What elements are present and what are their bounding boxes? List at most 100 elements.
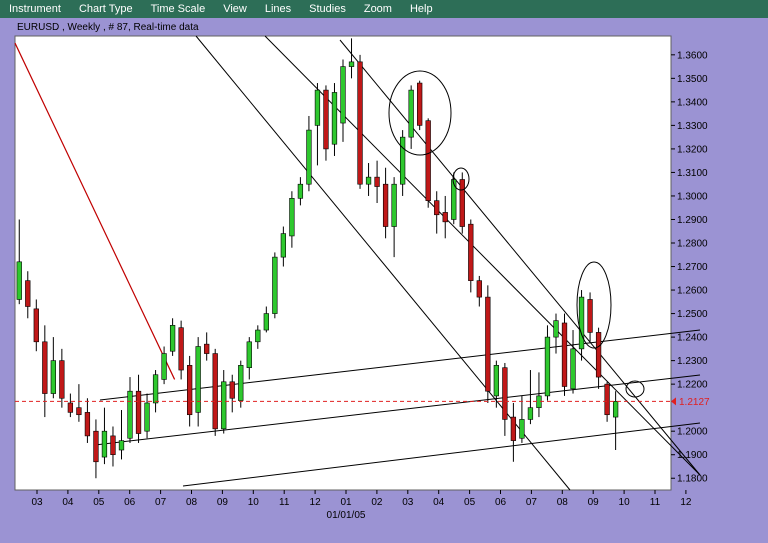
x-tick-label: 03 [402, 497, 414, 508]
candle-down [212, 353, 218, 430]
candle-up [306, 129, 312, 185]
y-tick-label: 1.2000 [677, 427, 708, 438]
x-tick-label: 11 [650, 497, 661, 508]
candle-down [374, 176, 380, 187]
y-tick-label: 1.3000 [677, 191, 708, 202]
y-tick-label: 1.2200 [677, 380, 708, 391]
x-tick-label: 05 [464, 497, 476, 508]
x-axis: 03 04 05 06 07 08 09 10 11 12 01 02 03 04 05 06 07 08 09 10… [31, 490, 692, 521]
x-tick-label: 12 [680, 497, 692, 508]
candle-up [314, 89, 321, 126]
x-tick-label: 08 [186, 497, 198, 508]
candle-down [323, 89, 329, 150]
candle-up [152, 374, 159, 404]
candle-up [169, 325, 176, 352]
current-price-arrow [671, 397, 676, 406]
candle-up [519, 419, 525, 439]
candle-down [425, 120, 431, 201]
current-price-label: 1.2127 [679, 397, 710, 408]
chart-area: EURUSD , Weekly , # 87, Real-time data 1… [0, 18, 768, 538]
y-tick-label: 1.2700 [677, 262, 708, 273]
x-tick-label: 05 [93, 497, 105, 508]
candle-down [178, 327, 184, 371]
candle-down [604, 383, 610, 416]
candle-down [476, 280, 482, 298]
chart-title: EURUSD , Weekly , # 87, Real-time data [17, 22, 199, 33]
menu-item-lines[interactable]: Lines [257, 0, 301, 18]
candle-up [493, 365, 499, 397]
candle-down [229, 381, 235, 399]
candle-up [272, 256, 278, 314]
y-tick-label: 1.3500 [677, 74, 708, 85]
candle-up [553, 320, 559, 338]
menu-item-instrument[interactable]: Instrument [0, 0, 71, 18]
x-tick-label: 04 [62, 497, 74, 508]
candle-down [187, 365, 193, 416]
menu-item-zoom[interactable]: Zoom [356, 0, 402, 18]
candle-down [434, 200, 440, 216]
candle-down [110, 435, 116, 456]
candle-up [612, 401, 619, 418]
candle-up [451, 179, 457, 220]
candle-down [595, 332, 602, 378]
x-tick-label: 10 [619, 497, 631, 508]
y-tick-label: 1.3200 [677, 144, 708, 155]
y-tick-label: 1.3100 [677, 168, 708, 179]
x-tick-label: 07 [526, 497, 538, 508]
x-tick-label: 09 [588, 497, 600, 508]
candle-up [289, 198, 295, 237]
x-tick-label: 06 [124, 497, 136, 508]
candle-up [16, 261, 22, 300]
menu-item-time-scale[interactable]: Time Scale [143, 0, 216, 18]
x-tick-label: 03 [31, 497, 43, 508]
candle-up [527, 407, 534, 420]
candle-down [510, 416, 517, 441]
candle-up [144, 402, 150, 432]
candle-down [485, 296, 491, 392]
candle-down [84, 412, 91, 437]
chart-svg[interactable]: EURUSD , Weekly , # 87, Real-time data 1… [0, 18, 768, 538]
candle-up [263, 313, 269, 331]
x-tick-label: 06 [495, 497, 507, 508]
x-tick-label: 02 [371, 497, 383, 508]
candle-up [399, 136, 406, 185]
candle-down [468, 223, 474, 281]
y-tick-label: 1.3300 [677, 121, 708, 132]
candle-up [297, 183, 304, 199]
y-axis: 1.3600 1.3500 1.3400 1.3300 1.3200 1.3100 1.30… [671, 50, 708, 485]
menu-item-help[interactable]: Help [402, 0, 443, 18]
menu-item-studies[interactable]: Studies [301, 0, 356, 18]
y-tick-label: 1.2300 [677, 356, 708, 367]
candle-up [280, 233, 287, 258]
candle-down [587, 299, 593, 333]
candle-down [76, 407, 82, 416]
x-tick-label: 01 [340, 497, 352, 508]
candle-up [348, 61, 355, 67]
candle-down [502, 367, 508, 420]
candle-down [42, 341, 48, 394]
y-tick-label: 1.2600 [677, 286, 708, 297]
candle-up [570, 348, 576, 390]
menu-item-view[interactable]: View [215, 0, 257, 18]
candle-down [382, 183, 389, 227]
x-date-label: 01/01/05 [327, 510, 366, 521]
y-tick-label: 1.3400 [677, 97, 708, 108]
x-tick-label: 04 [433, 497, 445, 508]
menu-bar: Instrument Chart Type Time Scale View Lines S… [0, 0, 768, 18]
candle-up [331, 92, 338, 145]
x-tick-label: 07 [155, 497, 167, 508]
x-tick-label: 12 [310, 497, 322, 508]
y-tick-label: 1.1900 [677, 450, 708, 461]
candle-up [408, 89, 414, 138]
candle-up [161, 353, 167, 380]
candle-up [238, 365, 244, 401]
candle-down [459, 179, 465, 227]
candle-up [221, 381, 227, 430]
candle-down [93, 430, 99, 463]
menu-item-chart-type[interactable]: Chart Type [71, 0, 143, 18]
x-tick-label: 11 [279, 497, 290, 508]
y-tick-label: 1.2800 [677, 239, 708, 250]
y-tick-label: 1.2400 [677, 333, 708, 344]
candle-down [204, 343, 210, 354]
candle-up [50, 360, 56, 394]
